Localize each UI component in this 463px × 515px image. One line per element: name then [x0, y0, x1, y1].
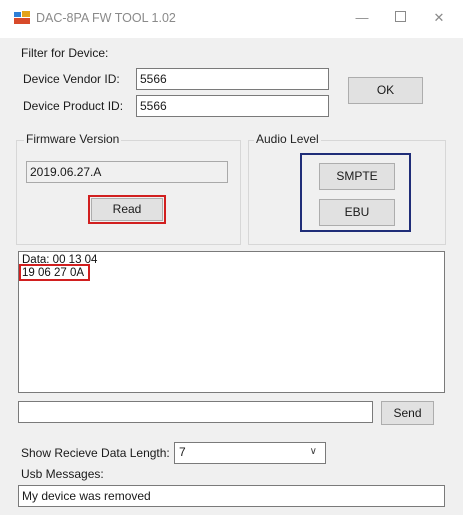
ok-button[interactable]: OK: [348, 77, 423, 104]
read-button[interactable]: Read: [91, 198, 163, 221]
title-bar[interactable]: DAC-8PA FW TOOL 1.02 — ✕: [0, 0, 463, 38]
vendor-id-input[interactable]: 5566: [136, 68, 329, 90]
window-title: DAC-8PA FW TOOL 1.02: [36, 11, 176, 25]
usb-messages-label: Usb Messages:: [21, 467, 104, 481]
smpte-button[interactable]: SMPTE: [319, 163, 395, 190]
chevron-down-icon: ∨: [309, 446, 317, 457]
send-button[interactable]: Send: [381, 401, 434, 425]
data-line-highlight: [19, 264, 90, 281]
product-id-label: Device Product ID:: [23, 99, 124, 113]
minimize-button[interactable]: —: [353, 10, 371, 26]
firmware-version-field: 2019.06.27.A: [26, 161, 228, 183]
close-button[interactable]: ✕: [430, 10, 448, 26]
audio-level-group-label: Audio Level: [254, 132, 321, 146]
receive-length-label: Show Recieve Data Length:: [21, 446, 170, 460]
firmware-group-label: Firmware Version: [24, 132, 122, 146]
maximize-button[interactable]: [391, 10, 409, 26]
filter-group-label: Filter for Device:: [21, 46, 109, 60]
send-input[interactable]: [18, 401, 373, 423]
receive-length-select[interactable]: 7 ∨: [174, 442, 326, 464]
product-id-input[interactable]: 5566: [136, 95, 329, 117]
ebu-button[interactable]: EBU: [319, 199, 395, 226]
vendor-id-label: Device Vendor ID:: [23, 72, 120, 86]
maximize-icon: [394, 11, 406, 22]
firmware-group: [16, 140, 241, 245]
app-window: DAC-8PA FW TOOL 1.02 — ✕ Filter for Devi…: [0, 0, 463, 515]
usb-messages-field: My device was removed: [18, 485, 445, 507]
receive-length-value: 7: [179, 445, 186, 459]
app-icon: [14, 11, 30, 24]
